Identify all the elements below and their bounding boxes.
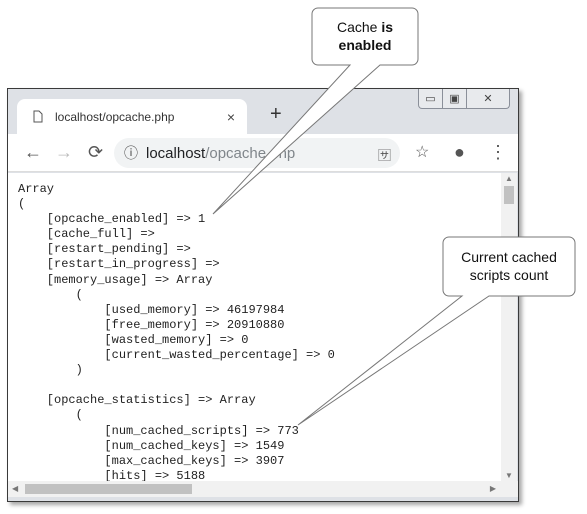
callout-cache-enabled: Cache is enabled	[336, 19, 394, 53]
callout-cached-scripts: Current cached scripts count	[461, 249, 557, 283]
